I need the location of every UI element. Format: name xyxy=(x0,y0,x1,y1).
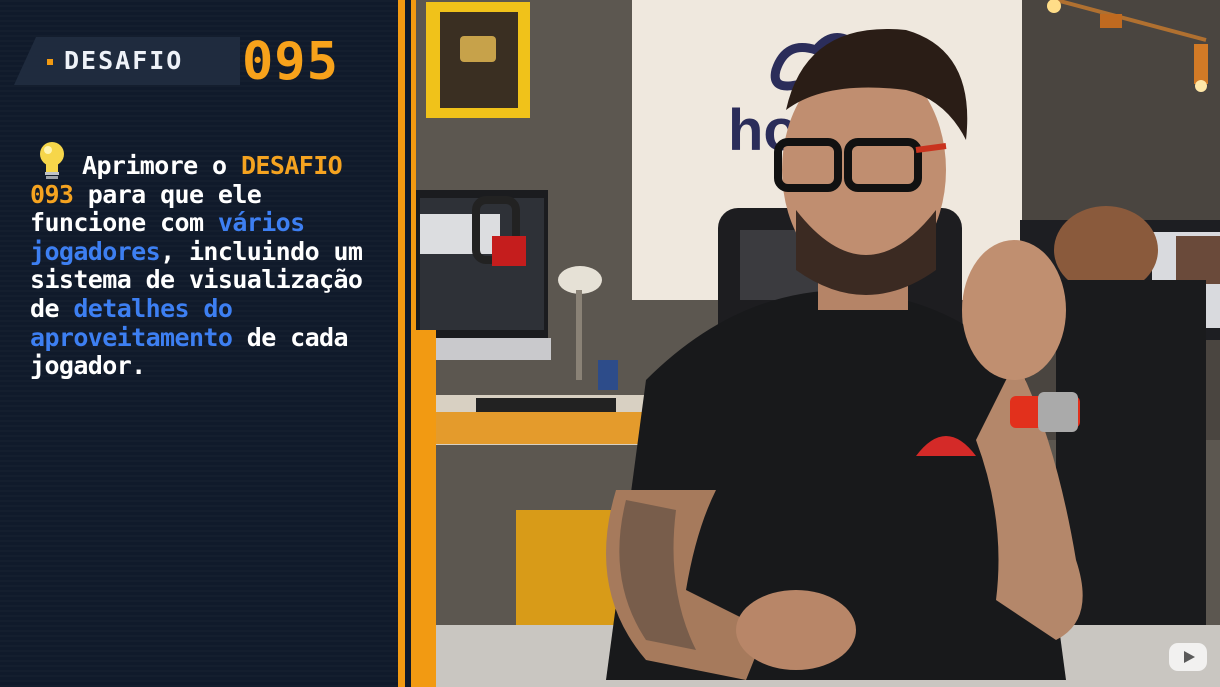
video-frame: ho DESAFIO 095 Aprimore o DESAFIO 093 pa… xyxy=(0,0,1220,687)
presenter-scene: ho xyxy=(416,0,1220,687)
video-photo: ho xyxy=(416,0,1220,687)
challenge-text-part1: Aprimore o xyxy=(82,151,241,180)
youtube-play-icon[interactable] xyxy=(1168,641,1208,673)
challenge-description: Aprimore o DESAFIO 093 para que ele func… xyxy=(30,151,375,381)
challenge-number: 095 xyxy=(242,32,339,92)
panel-border-inner xyxy=(405,0,411,687)
banner-bullet xyxy=(47,59,53,65)
challenge-label: DESAFIO xyxy=(64,46,184,75)
